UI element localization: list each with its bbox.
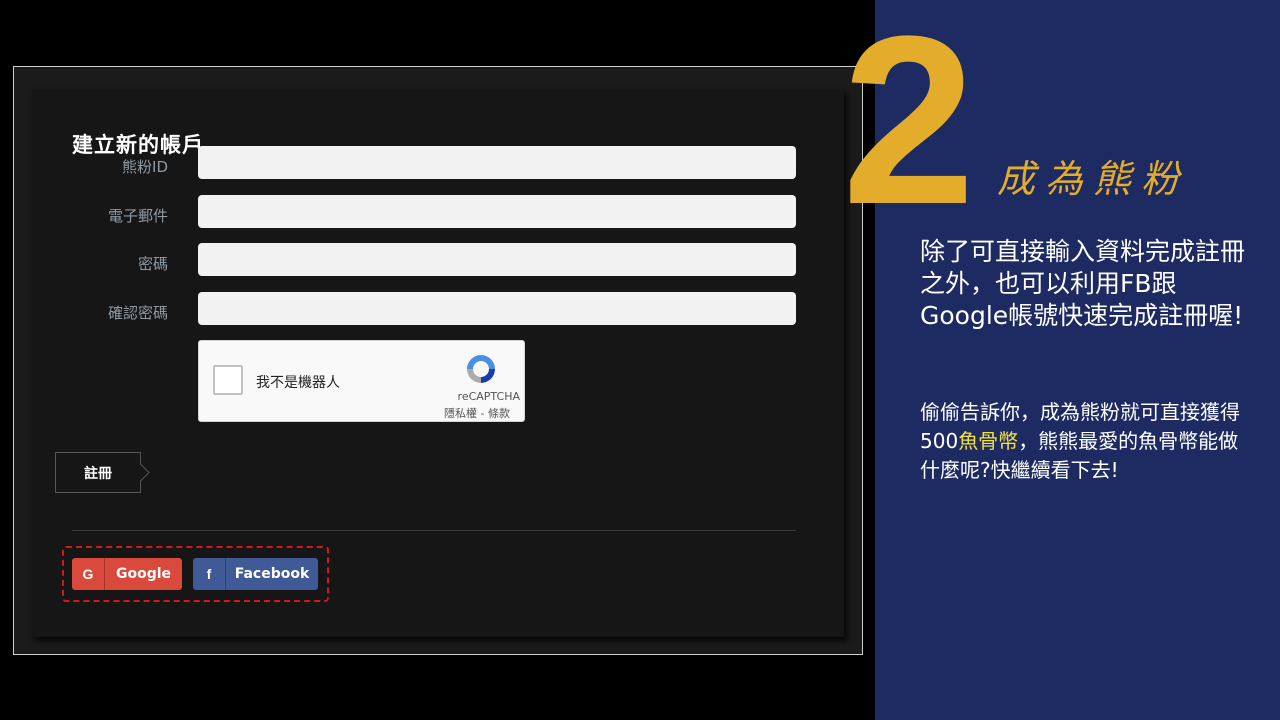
field-label-email: 電子郵件 xyxy=(107,207,168,225)
step-title: 成為熊粉 xyxy=(997,157,1190,201)
recaptcha-checkbox[interactable] xyxy=(213,365,243,395)
description-paragraph-1: 除了可直接輸入資料完成註冊之外，也可以利用FB跟Google帳號快速完成註冊喔! xyxy=(920,237,1246,330)
step-number: 2 xyxy=(842,0,975,254)
description-paragraph-2: 偷偷告訴你，成為熊粉就可直接獲得500魚骨幣，熊熊最愛的魚骨幣能做什麼呢?快繼續… xyxy=(920,398,1250,485)
email-input[interactable] xyxy=(198,195,796,228)
google-login-button[interactable]: G Google xyxy=(72,558,182,590)
recaptcha-widget: 我不是機器人 reCAPTCHA 隱私權 - 條款 xyxy=(198,340,525,422)
recaptcha-label: 我不是機器人 xyxy=(256,375,340,391)
register-button-label: 註冊 xyxy=(84,465,112,482)
recaptcha-brand: reCAPTCHA xyxy=(457,390,520,403)
recaptcha-logo-icon xyxy=(467,355,495,383)
slide-left-area: 建立新的帳戶。 熊粉ID 電子郵件 密碼 確認密碼 我不是機器人 reCAPTC… xyxy=(0,0,875,720)
recaptcha-privacy-terms-link[interactable]: 隱私權 - 條款 xyxy=(444,405,510,421)
signup-panel: 建立新的帳戶。 熊粉ID 電子郵件 密碼 確認密碼 我不是機器人 reCAPTC… xyxy=(32,89,844,637)
bear-id-input[interactable] xyxy=(198,146,796,179)
confirm-password-input[interactable] xyxy=(198,292,796,325)
facebook-icon: f xyxy=(206,566,212,582)
facebook-login-label: Facebook xyxy=(234,566,310,582)
field-label-bear-id: 熊粉ID xyxy=(122,158,168,176)
field-label-password: 密碼 xyxy=(137,255,168,273)
register-button[interactable]: 註冊 xyxy=(55,452,141,493)
field-label-confirm-password: 確認密碼 xyxy=(107,304,168,322)
password-input[interactable] xyxy=(198,243,796,276)
facebook-login-button[interactable]: f Facebook xyxy=(193,558,318,590)
signup-screenshot: 建立新的帳戶。 熊粉ID 電子郵件 密碼 確認密碼 我不是機器人 reCAPTC… xyxy=(13,66,863,655)
fishbone-coin-highlight: 魚骨幣 xyxy=(958,429,1019,453)
google-icon: G xyxy=(82,566,94,582)
divider xyxy=(72,530,796,531)
google-login-label: Google xyxy=(115,566,172,582)
